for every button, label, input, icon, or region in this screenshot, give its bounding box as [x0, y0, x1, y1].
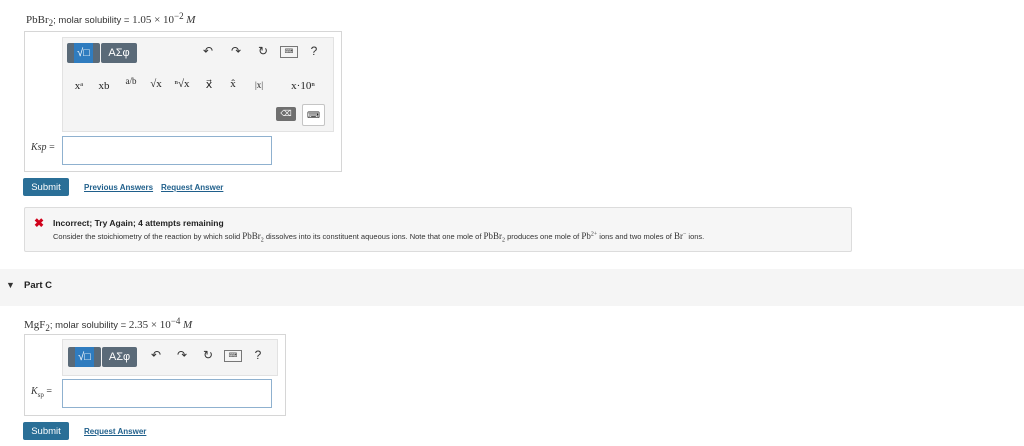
partb-compound: PbBr: [26, 14, 49, 27]
redo-icon[interactable]: ↷: [228, 44, 244, 58]
fraction-button[interactable]: a/b: [122, 76, 140, 86]
partc-submit-button[interactable]: Submit: [23, 422, 69, 440]
templates-button[interactable]: √□: [67, 43, 100, 63]
partc-reset-icon[interactable]: ↻: [200, 348, 216, 362]
partc-title: Part C: [24, 280, 52, 291]
feedback-status: Incorrect; Try Again; 4 attempts remaini…: [53, 218, 224, 228]
feedback-message: Consider the stoichiometry of the reacti…: [53, 231, 705, 244]
superscript-button[interactable]: xᵃ: [70, 80, 88, 92]
partc-prompt: MgF2; molar solubility = 2.35 × 10−4 M: [24, 316, 193, 334]
partb-ksp-input[interactable]: [62, 136, 272, 165]
partc-ksp-label: Ksp =: [31, 386, 53, 399]
keyboard-toggle-icon[interactable]: ⌨: [302, 104, 325, 126]
partb-request-answer-link[interactable]: Request Answer: [161, 183, 223, 192]
partc-help-button[interactable]: ?: [251, 348, 265, 362]
partc-greek-symbols-button[interactable]: ΑΣφ: [102, 347, 137, 367]
nth-root-button[interactable]: ⁿ√x: [172, 78, 192, 90]
partc-templates-button[interactable]: √□: [68, 347, 101, 367]
partc-undo-icon[interactable]: ↶: [148, 348, 164, 362]
collapse-caret-icon[interactable]: ▼: [6, 280, 15, 290]
partc-ksp-input[interactable]: [62, 379, 272, 408]
reset-icon[interactable]: ↻: [255, 44, 271, 58]
unit-vector-button[interactable]: x̂: [225, 78, 241, 90]
error-x-icon: ✖: [34, 216, 45, 230]
square-root-button[interactable]: √x: [146, 78, 166, 90]
greek-symbols-button[interactable]: ΑΣφ: [101, 43, 137, 63]
scientific-notation-button[interactable]: x·10ⁿ: [281, 80, 325, 92]
subscript-button[interactable]: xb: [95, 80, 113, 92]
partb-ksp-label: Ksp =: [31, 142, 55, 153]
partb-submit-button[interactable]: Submit: [23, 178, 69, 196]
partc-keyboard-icon[interactable]: ⌨: [224, 350, 242, 362]
partc-header[interactable]: ▼ Part C: [0, 269, 1024, 306]
partc-redo-icon[interactable]: ↷: [174, 348, 190, 362]
backspace-button[interactable]: ⌫: [276, 107, 296, 121]
help-button[interactable]: ?: [307, 44, 321, 58]
vector-button[interactable]: x⃗: [201, 78, 217, 91]
previous-answers-link[interactable]: Previous Answers: [84, 183, 153, 192]
feedback-panel: ✖ Incorrect; Try Again; 4 attempts remai…: [24, 207, 852, 252]
partb-prompt: PbBr2; molar solubility = 1.05 × 10−2 M: [26, 11, 196, 29]
undo-icon[interactable]: ↶: [200, 44, 216, 58]
partc-compound: MgF: [24, 319, 46, 332]
keyboard-icon[interactable]: ⌨: [280, 46, 298, 58]
partc-request-answer-link[interactable]: Request Answer: [84, 427, 146, 436]
absolute-value-button[interactable]: |x|: [250, 80, 268, 90]
